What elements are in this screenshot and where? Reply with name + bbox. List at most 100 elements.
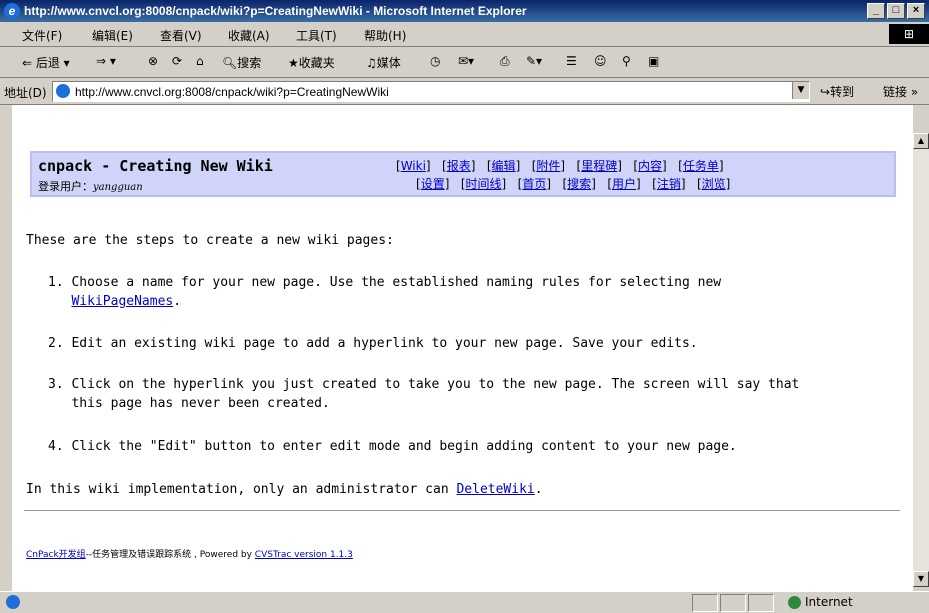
nav-reports[interactable]: 报表 xyxy=(447,159,471,173)
maximize-button[interactable]: □ xyxy=(887,3,905,19)
nav-timeline[interactable]: 时间线 xyxy=(466,177,502,191)
links-button[interactable]: 链接 » xyxy=(883,83,918,100)
login-user: yangguan xyxy=(93,182,143,193)
step-text: Click on the hyperlink you just created … xyxy=(71,377,800,392)
login-label: 登录用户： xyxy=(38,180,93,193)
address-bar: 地址(D) http://www.cnvcl.org:8008/cnpack/w… xyxy=(0,78,929,105)
menu-favorites[interactable]: 收藏(A) xyxy=(228,27,270,44)
list-item: 4. Click the "Edit" button to enter edit… xyxy=(48,437,737,456)
zone-label: Internet xyxy=(805,595,853,609)
nav-row-1: [Wiki] [报表] [编辑] [附件] [里程碑] [内容] [任务单] xyxy=(396,159,724,173)
status-panel xyxy=(720,594,746,612)
footer: CnPack开发组--任务管理及错误跟踪系统 , Powered by CVST… xyxy=(26,547,353,560)
nav-attachments[interactable]: 附件 xyxy=(536,159,560,173)
nav-users[interactable]: 用户 xyxy=(612,177,636,191)
nav-contents[interactable]: 内容 xyxy=(638,159,662,173)
star-icon: ★ xyxy=(288,56,299,70)
media-button[interactable]: ♫媒体 xyxy=(366,54,401,71)
stop-icon[interactable]: ⊗ xyxy=(148,54,158,68)
status-bar: Internet xyxy=(0,591,929,613)
menu-bar: 文件(F) 编辑(E) 查看(V) 收藏(A) 工具(T) 帮助(H) ⊞ xyxy=(0,22,929,47)
list-item: 2. Edit an existing wiki page to add a h… xyxy=(48,334,698,353)
notes-icon[interactable]: ▣ xyxy=(648,54,659,68)
address-label: 地址(D) xyxy=(4,86,47,100)
intro-text: These are the steps to create a new wiki… xyxy=(26,233,394,248)
messenger-icon[interactable]: ☺ xyxy=(594,54,607,68)
minimize-button[interactable]: _ xyxy=(867,3,885,19)
menu-view[interactable]: 查看(V) xyxy=(160,27,202,44)
step-text: Click the "Edit" button to enter edit mo… xyxy=(71,439,737,454)
address-input[interactable]: http://www.cnvcl.org:8008/cnpack/wiki?p=… xyxy=(52,81,810,102)
list-item: 1. Choose a name for your new page. Use … xyxy=(48,273,721,311)
nav-edit[interactable]: 编辑 xyxy=(492,159,516,173)
login-info: 登录用户：yangguan xyxy=(38,178,143,194)
history-icon[interactable]: ◷ xyxy=(430,54,440,68)
address-url[interactable]: http://www.cnvcl.org:8008/cnpack/wiki?p=… xyxy=(75,85,389,99)
wikipagenames-link[interactable]: WikiPageNames xyxy=(71,294,173,309)
nav-home[interactable]: 首页 xyxy=(522,177,546,191)
step-text: Choose a name for your new page. Use the… xyxy=(71,275,722,290)
divider xyxy=(24,510,900,511)
favorites-label: 收藏夹 xyxy=(298,56,335,70)
menu-help[interactable]: 帮助(H) xyxy=(364,27,406,44)
wiki-header: cnpack - Creating New Wiki 登录用户：yangguan… xyxy=(30,151,896,197)
internet-globe-icon xyxy=(788,596,801,609)
search-icon: 🔍︎ xyxy=(222,56,238,70)
go-label: 转到 xyxy=(830,85,855,99)
nav-milestones[interactable]: 里程碑 xyxy=(581,159,617,173)
go-arrow-icon: ↪ xyxy=(820,85,831,99)
scroll-up-icon[interactable]: ▲ xyxy=(913,133,929,149)
menu-edit[interactable]: 编辑(E) xyxy=(92,27,133,44)
cnpack-link[interactable]: CnPack开发组 xyxy=(26,550,86,560)
search-label: 搜索 xyxy=(237,56,262,70)
step-number: 2. xyxy=(48,336,64,351)
status-page-icon xyxy=(6,595,20,609)
page-icon xyxy=(56,84,70,98)
favorites-button[interactable]: ★收藏夹 xyxy=(288,54,335,71)
ie-logo-icon: e xyxy=(4,3,20,19)
home-icon[interactable]: ⌂ xyxy=(196,54,204,68)
nav-browse[interactable]: 浏览 xyxy=(702,177,726,191)
print-icon[interactable]: ⎙ xyxy=(500,54,510,69)
mail-icon[interactable]: ✉▾ xyxy=(458,54,474,68)
back-button[interactable]: ⇐ 后退 ▾ xyxy=(22,54,70,71)
window-titlebar[interactable]: e http://www.cnvcl.org:8008/cnpack/wiki?… xyxy=(0,0,929,22)
step-number: 1. xyxy=(48,275,64,290)
cvstrac-link[interactable]: CVSTrac version 1.1.3 xyxy=(255,550,353,560)
toolbar: ⇐ 后退 ▾ ⇒ ▾ ⊗ ⟳ ⌂ 🔍︎搜索 ★收藏夹 ♫媒体 ◷ ✉▾ ⎙ ✎▾… xyxy=(0,47,929,78)
research-icon[interactable]: ⚲ xyxy=(622,54,631,68)
address-dropdown-icon[interactable]: ▼ xyxy=(792,82,809,99)
step-number: 4. xyxy=(48,439,64,454)
footer-text: --任务管理及错误跟踪系统 , Powered by xyxy=(85,550,255,560)
go-button[interactable]: ↪转到 xyxy=(820,83,854,100)
scroll-down-icon[interactable]: ▼ xyxy=(913,571,929,587)
nav-row-2: [设置] [时间线] [首页] [搜索] [用户] [注销] [浏览] xyxy=(416,177,731,191)
nav-setup[interactable]: 设置 xyxy=(421,177,445,191)
menu-tools[interactable]: 工具(T) xyxy=(296,27,337,44)
media-icon: ♫ xyxy=(366,56,377,70)
step-text-2: this page has never been created. xyxy=(71,396,330,411)
media-label: 媒体 xyxy=(376,56,401,70)
nav-tickets[interactable]: 任务单 xyxy=(683,159,719,173)
discuss-icon[interactable]: ☰ xyxy=(566,54,577,68)
status-panel xyxy=(748,594,774,612)
search-button[interactable]: 🔍︎搜索 xyxy=(222,54,261,71)
nav-logout[interactable]: 注销 xyxy=(657,177,681,191)
deletewiki-link[interactable]: DeleteWiki xyxy=(456,482,534,497)
edit-icon[interactable]: ✎▾ xyxy=(526,54,542,68)
window-title: http://www.cnvcl.org:8008/cnpack/wiki?p=… xyxy=(24,4,527,18)
windows-logo-icon: ⊞ xyxy=(889,24,929,44)
forward-button[interactable]: ⇒ ▾ xyxy=(96,54,116,68)
outro-end: . xyxy=(534,482,543,497)
refresh-icon[interactable]: ⟳ xyxy=(172,54,182,68)
step-number: 3. xyxy=(48,377,64,392)
list-item: 3. Click on the hyperlink you just creat… xyxy=(48,375,799,413)
menu-file[interactable]: 文件(F) xyxy=(22,27,62,44)
nav-wiki[interactable]: Wiki xyxy=(401,159,426,173)
page-title: cnpack - Creating New Wiki xyxy=(38,157,273,175)
outro-text: In this wiki implementation, only an adm… xyxy=(26,482,543,497)
nav-search[interactable]: 搜索 xyxy=(567,177,591,191)
close-button[interactable]: × xyxy=(907,3,925,19)
vertical-scrollbar[interactable]: ▲ ▼ xyxy=(913,133,929,587)
step-text-end: . xyxy=(173,294,182,309)
